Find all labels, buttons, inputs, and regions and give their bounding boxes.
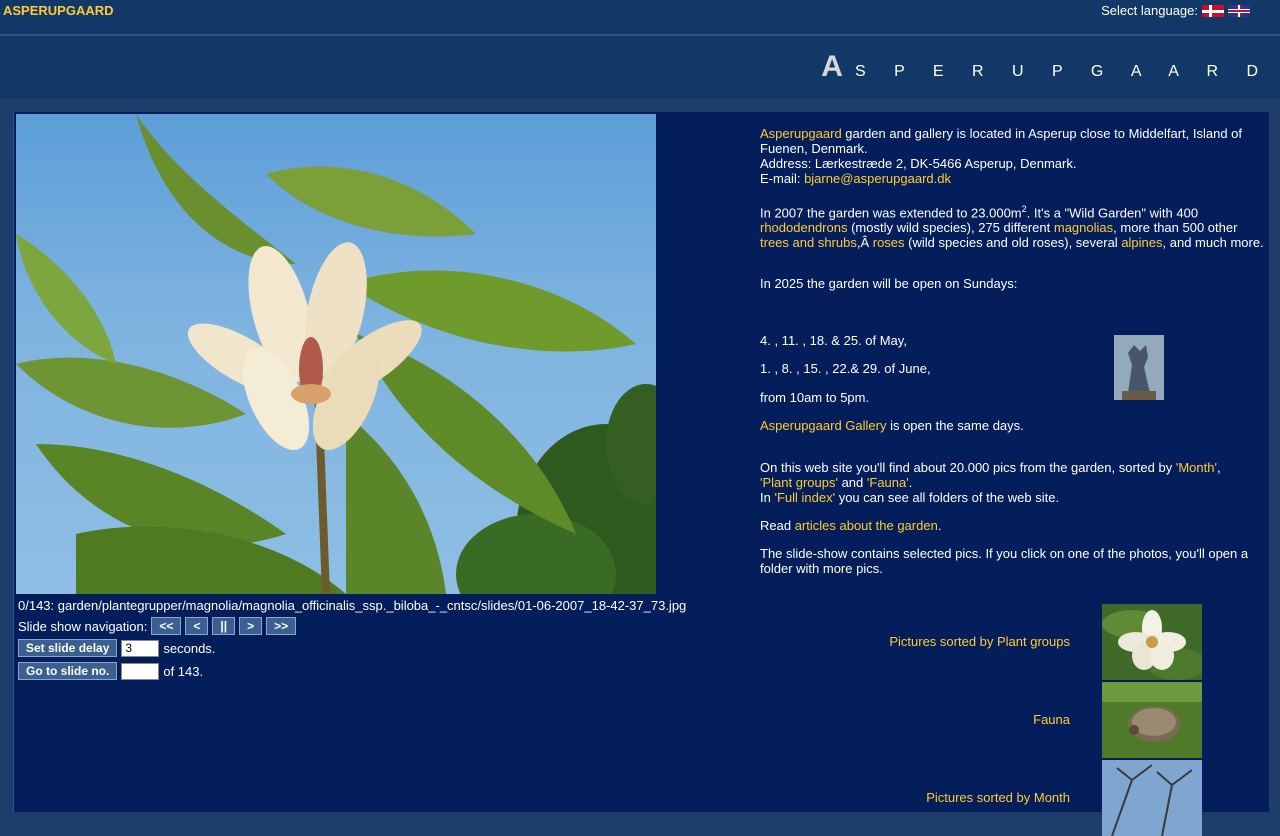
extension-paragraph: In 2007 the garden was extended to 23.00… — [760, 202, 1265, 250]
go-to-slide-button[interactable]: Go to slide no. — [18, 662, 118, 680]
next-slide-button[interactable]: > — [239, 617, 263, 635]
extension-text-4: , more than 500 other — [1113, 220, 1238, 236]
site-text: On this web site you'll find about 20.00… — [760, 460, 1176, 476]
month-link[interactable]: 'Month' — [1176, 460, 1217, 475]
comma-text: , — [1216, 460, 1221, 476]
roses-link[interactable]: roses — [873, 235, 905, 250]
fauna-gallery-link[interactable]: Fauna — [1033, 712, 1070, 727]
goto-slide-suffix: of 143. — [163, 663, 204, 679]
banner-rest: S P E R U P G A A R D — [854, 63, 1270, 80]
and-text: and — [837, 475, 867, 491]
magnolia-thumb-art — [1102, 604, 1202, 680]
site-banner: AS P E R U P G A A R D — [0, 36, 1280, 98]
extension-text: In 2007 the garden was extended to 23.00… — [760, 205, 1022, 221]
period-text: . — [908, 475, 913, 491]
gallery-text: is open the same days. — [886, 418, 1024, 434]
language-selector: Select language: — [1101, 3, 1250, 18]
slide-delay-suffix: seconds. — [163, 640, 216, 656]
goto-slide-row: Go to slide no. of 143. — [18, 662, 203, 680]
index-text: you can see all folders of the web site. — [835, 490, 1060, 506]
magnolias-link[interactable]: magnolias — [1054, 220, 1113, 235]
first-slide-button[interactable]: << — [151, 617, 182, 635]
statue-thumbnail[interactable] — [1114, 335, 1164, 400]
winter-tree-thumbnail[interactable] — [1102, 760, 1202, 836]
opening-intro: In 2025 the garden will be open on Sunda… — [760, 276, 1018, 292]
articles-paragraph: Read articles about the garden. — [760, 518, 1265, 533]
slide-caption: 0/143: garden/plantegrupper/magnolia/mag… — [18, 598, 687, 613]
articles-period: . — [937, 518, 942, 534]
language-label: Select language: — [1101, 3, 1198, 18]
articles-link[interactable]: articles about the garden — [795, 518, 938, 533]
last-slide-button[interactable]: >> — [266, 617, 297, 635]
month-gallery-link[interactable]: Pictures sorted by Month — [926, 790, 1070, 805]
extension-text-7: , and much more. — [1162, 235, 1264, 251]
brand-link[interactable]: ASPERUPGAARD — [3, 3, 114, 18]
content-panel: 0/143: garden/plantegrupper/magnolia/mag… — [13, 112, 1269, 836]
extension-text-2: . It's a "Wild Garden" with 400 — [1026, 205, 1199, 221]
previous-slide-button[interactable]: < — [185, 617, 209, 635]
slide-delay-row: Set slide delay seconds. — [18, 639, 215, 657]
plant-groups-gallery-link[interactable]: Pictures sorted by Plant groups — [889, 634, 1070, 649]
info-column: Asperupgaard garden and gallery is locat… — [760, 126, 1265, 576]
white-magnolia-flower-thumbnail[interactable] — [1102, 604, 1202, 680]
extension-text-6: (wild species and old roses), several — [904, 235, 1122, 251]
banner-initial: A — [821, 50, 855, 83]
banner-title: AS P E R U P G A A R D — [821, 50, 1270, 84]
plant-groups-link[interactable]: 'Plant groups' — [760, 475, 838, 490]
full-index-link[interactable]: 'Full index' — [774, 490, 835, 505]
hedgehog-thumbnail[interactable] — [1102, 682, 1202, 758]
slide-nav-label: Slide show navigation: — [18, 618, 148, 634]
pause-slide-button[interactable]: || — [212, 617, 236, 635]
extension-text-5: ,Â — [856, 235, 873, 251]
magnolia-photo-illustration — [16, 114, 656, 594]
english-flag-icon[interactable] — [1228, 4, 1250, 17]
set-slide-delay-button[interactable]: Set slide delay — [18, 639, 118, 657]
fauna-row: Fauna — [760, 682, 1260, 758]
extension-text-3: (mostly wild species), 275 different — [847, 220, 1054, 236]
alpines-link[interactable]: alpines — [1121, 235, 1162, 250]
site-paragraph: On this web site you'll find about 20.00… — [760, 460, 1265, 505]
in-text: In — [760, 490, 775, 506]
dates-may: 4. , 11. , 18. & 25. of May, — [760, 333, 907, 349]
danish-flag-icon[interactable] — [1202, 4, 1224, 17]
month-row: Pictures sorted by Month — [760, 760, 1260, 836]
slide-delay-input[interactable] — [121, 639, 160, 657]
address-text: Address: Lærkestræde 2, DK-5466 Asperup,… — [760, 156, 1077, 171]
slide-navigation: Slide show navigation: << < || > >> — [18, 617, 297, 635]
email-label: E-mail: — [760, 171, 805, 186]
asperupgaard-link[interactable]: Asperupgaard — [760, 126, 842, 141]
intro-paragraph: Asperupgaard garden and gallery is locat… — [760, 126, 1265, 186]
gallery-paragraph: Asperupgaard Gallery is open the same da… — [760, 418, 1265, 433]
opening-hours: from 10am to 5pm. — [760, 390, 870, 406]
winter-tree-thumb-art — [1102, 760, 1202, 836]
gallery-link[interactable]: Asperupgaard Gallery — [760, 418, 886, 433]
plant-groups-row: Pictures sorted by Plant groups — [760, 604, 1260, 680]
slideshow-paragraph: The slide-show contains selected pics. I… — [760, 546, 1249, 577]
email-link[interactable]: bjarne@asperupgaard.dk — [804, 171, 951, 186]
slide-photo[interactable] — [16, 114, 656, 594]
hedgehog-thumb-art — [1102, 682, 1202, 758]
goto-slide-input[interactable] — [121, 662, 160, 680]
fauna-link[interactable]: 'Fauna' — [867, 475, 909, 490]
top-bar: ASPERUPGAARD Select language: — [0, 0, 1280, 34]
trees-and-shrubs-link[interactable]: trees and shrubs — [760, 235, 857, 250]
statue-icon — [1114, 335, 1164, 400]
dates-june: 1. , 8. , 15. , 22.& 29. of June, — [760, 361, 931, 377]
read-text: Read — [760, 518, 795, 534]
rhododendrons-link[interactable]: rhododendrons — [760, 220, 847, 235]
